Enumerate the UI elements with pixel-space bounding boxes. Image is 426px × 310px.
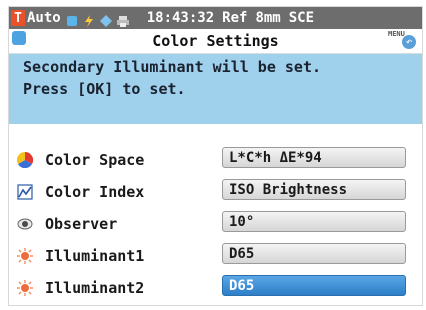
clock-time: 18:43:32 bbox=[146, 10, 215, 26]
specular-mode-label: SCE bbox=[288, 10, 315, 26]
device-screen: T Auto 18:43:32 Ref 8mm SCE Color Settin… bbox=[8, 6, 423, 306]
settings-list: Color Space L*C*h ΔE*94 Color Index ISO … bbox=[9, 124, 422, 305]
illuminant1-sun-icon bbox=[17, 248, 33, 264]
ref-label: Ref bbox=[222, 10, 248, 26]
diamond-icon bbox=[99, 12, 112, 27]
measure-mode-icon bbox=[66, 12, 78, 26]
status-bar: T Auto 18:43:32 Ref 8mm SCE bbox=[9, 7, 422, 29]
setting-label: Color Index bbox=[45, 183, 145, 201]
title-bar: Color Settings MENU ↶ bbox=[9, 29, 422, 54]
menu-label: MENU bbox=[388, 30, 405, 38]
setting-label: Observer bbox=[45, 215, 118, 233]
color-space-icon bbox=[16, 151, 34, 169]
illuminant2-sun-icon bbox=[17, 280, 33, 296]
setting-row-observer[interactable]: Observer 10° bbox=[9, 208, 422, 240]
color-space-value[interactable]: L*C*h ΔE*94 bbox=[222, 147, 406, 168]
color-index-icon bbox=[17, 184, 33, 200]
message-line-2: Press [OK] to set. bbox=[23, 80, 186, 98]
setting-row-color-index[interactable]: Color Index ISO Brightness bbox=[9, 176, 422, 208]
setting-row-illuminant1[interactable]: Illuminant1 D65 bbox=[9, 240, 422, 272]
color-index-value[interactable]: ISO Brightness bbox=[222, 179, 406, 200]
observer-eye-icon bbox=[17, 216, 33, 232]
aperture-label: 8mm bbox=[255, 10, 281, 26]
setting-label: Illuminant2 bbox=[45, 279, 145, 297]
printer-icon bbox=[116, 12, 129, 27]
illuminant1-value[interactable]: D65 bbox=[222, 243, 406, 264]
menu-back-button[interactable]: MENU ↶ bbox=[386, 30, 416, 52]
setting-row-color-space[interactable]: Color Space L*C*h ΔE*94 bbox=[9, 144, 422, 176]
auto-mode-label: Auto bbox=[27, 10, 61, 26]
setting-label: Color Space bbox=[45, 151, 145, 169]
illuminant2-value[interactable]: D65 bbox=[222, 275, 406, 296]
message-panel: Secondary Illuminant will be set. Press … bbox=[9, 54, 422, 124]
page-title: Color Settings bbox=[152, 32, 279, 50]
setting-label: Illuminant1 bbox=[45, 247, 145, 265]
target-badge: T bbox=[11, 10, 25, 26]
flash-icon bbox=[83, 12, 95, 27]
observer-value[interactable]: 10° bbox=[222, 211, 406, 232]
back-arrow-icon: ↶ bbox=[402, 35, 416, 49]
setting-row-illuminant2[interactable]: Illuminant2 D65 bbox=[9, 272, 422, 304]
message-line-1: Secondary Illuminant will be set. bbox=[23, 58, 322, 76]
